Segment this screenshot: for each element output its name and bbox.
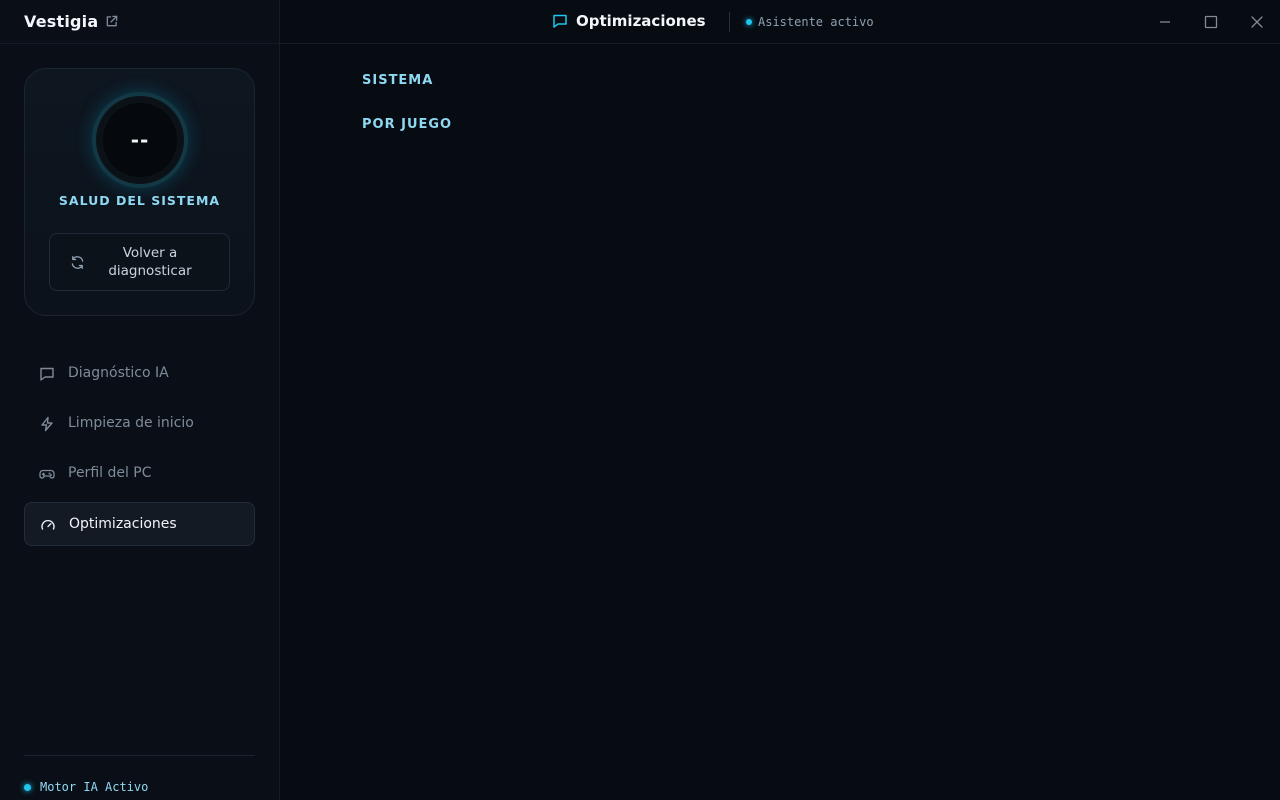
rediagnose-label: Volver a diagnosticar	[98, 244, 202, 280]
section-header-por-juego[interactable]: POR JUEGO	[362, 117, 452, 132]
close-icon[interactable]	[1247, 12, 1267, 32]
sidebar-item-limpieza-de-inicio[interactable]: Limpieza de inicio	[24, 402, 255, 446]
rediagnose-label-line1: Volver a	[122, 245, 178, 261]
engine-status: Motor IA Activo	[24, 780, 148, 794]
sidebar-item-optimizaciones[interactable]: Optimizaciones	[24, 502, 255, 546]
title-bar: Optimizaciones Asistente activo	[280, 0, 1280, 44]
minimize-icon[interactable]	[1155, 12, 1175, 32]
maximize-icon[interactable]	[1201, 12, 1221, 32]
health-label: SALUD DEL SISTEMA	[58, 193, 221, 208]
app-name: Vestigia	[24, 12, 99, 31]
rediagnose-button[interactable]: Volver a diagnosticar	[49, 233, 230, 291]
sidebar-nav: Diagnóstico IA Limpieza de inicio Perfil…	[24, 352, 255, 552]
brand-bar: Vestigia	[0, 0, 279, 44]
lightning-icon	[41, 416, 53, 432]
health-score-gauge: --	[96, 96, 184, 184]
gamepad-icon	[39, 469, 55, 479]
sidebar-item-perfil-del-pc[interactable]: Perfil del PC	[24, 452, 255, 496]
external-link-icon[interactable]	[105, 15, 118, 28]
title-divider	[729, 12, 730, 32]
status-dot-icon	[24, 783, 31, 791]
page-title: Optimizaciones	[576, 12, 706, 30]
sidebar-item-label: Diagnóstico IA	[68, 365, 169, 381]
chat-icon	[40, 367, 54, 381]
sidebar-item-label: Optimizaciones	[69, 516, 177, 532]
assistant-status-label: Asistente activo	[758, 15, 874, 29]
assistant-status: Asistente activo	[746, 15, 874, 29]
chat-icon	[553, 14, 567, 28]
status-dot-icon	[746, 19, 752, 25]
system-health-card: -- SALUD DEL SISTEMA Volver a diagnostic…	[24, 68, 255, 316]
health-score-value: --	[103, 103, 177, 177]
sidebar-item-label: Limpieza de inicio	[68, 415, 194, 431]
rediagnose-label-line2: diagnosticar	[108, 263, 192, 279]
sidebar-divider	[24, 755, 255, 756]
sidebar-item-diagnostico-ia[interactable]: Diagnóstico IA	[24, 352, 255, 396]
refresh-icon	[71, 256, 84, 269]
section-header-sistema[interactable]: SISTEMA	[362, 73, 433, 88]
gauge-icon	[41, 519, 55, 530]
sidebar: Vestigia -- SALUD DEL SISTEMA Volver a d…	[0, 0, 280, 800]
engine-status-label: Motor IA Activo	[40, 780, 149, 794]
page-title-group: Optimizaciones	[552, 12, 706, 30]
app-window: Vestigia -- SALUD DEL SISTEMA Volver a d…	[0, 0, 1280, 800]
sidebar-item-label: Perfil del PC	[68, 465, 152, 481]
